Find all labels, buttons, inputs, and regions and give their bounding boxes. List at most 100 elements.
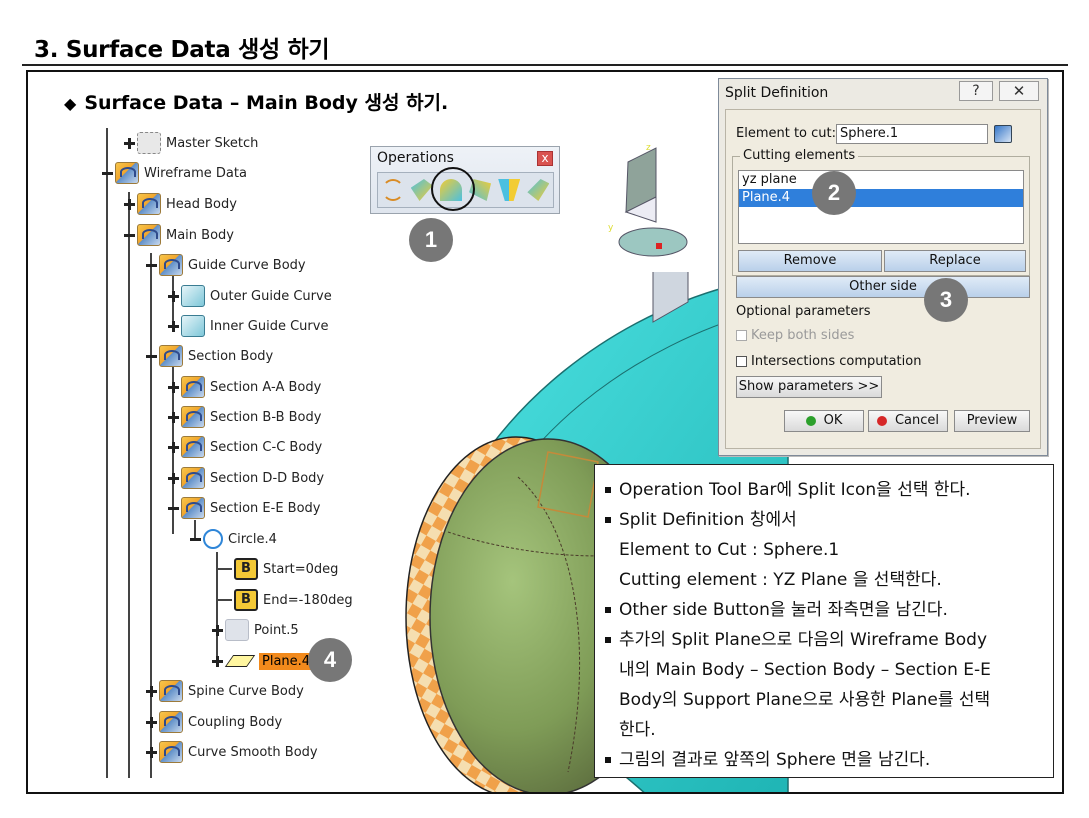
- element-to-cut-field[interactable]: Sphere.1: [836, 124, 988, 144]
- body-icon: [137, 224, 161, 246]
- close-icon[interactable]: ✕: [999, 81, 1039, 101]
- expand-icon[interactable]: [124, 137, 135, 149]
- expand-icon[interactable]: [146, 716, 157, 728]
- point-icon: [225, 619, 249, 641]
- page-title: 3. Surface Data 생성 하기: [34, 37, 330, 63]
- tree-item-label: Start=0deg: [263, 561, 339, 577]
- step-badge-1: 1: [409, 218, 453, 262]
- tree-item-guide-curve-body[interactable]: Guide Curve Body: [146, 252, 306, 278]
- collapse-icon[interactable]: [190, 534, 201, 545]
- selector-icon[interactable]: [994, 125, 1012, 143]
- circle-icon: [203, 529, 223, 549]
- expand-icon[interactable]: [146, 685, 157, 697]
- tree-item-section-bb[interactable]: Section B-B Body: [168, 404, 321, 430]
- other-side-button[interactable]: Other side: [736, 276, 1030, 298]
- note-text: Split Definition 창에서: [619, 510, 797, 530]
- tree-item-section-body[interactable]: Section Body: [146, 343, 273, 369]
- tree-item-head-body[interactable]: Head Body: [124, 191, 237, 217]
- keep-both-sides-checkbox[interactable]: Keep both sides: [736, 328, 854, 343]
- tree-item-label: Coupling Body: [188, 714, 283, 730]
- tree-item-section-cc[interactable]: Section C-C Body: [168, 434, 322, 460]
- plane-icon: [224, 655, 256, 667]
- collapse-icon[interactable]: [168, 503, 179, 514]
- join-icon[interactable]: [381, 179, 404, 201]
- show-parameters-button[interactable]: Show parameters >>: [736, 376, 882, 398]
- tree-item-master-sketch[interactable]: Master Sketch: [124, 130, 258, 156]
- help-icon[interactable]: ?: [959, 81, 993, 101]
- tree-item-end-param[interactable]: B End=-180deg: [218, 587, 353, 613]
- list-item-selected[interactable]: Plane.4: [739, 189, 1023, 207]
- svg-text:y: y: [608, 223, 614, 233]
- tree-item-plane-4[interactable]: Plane.4: [212, 648, 314, 674]
- expand-icon[interactable]: [168, 441, 179, 453]
- cancel-label: Cancel: [894, 413, 940, 428]
- cutting-elements-list[interactable]: yz plane Plane.4: [738, 170, 1024, 244]
- tree-item-section-dd[interactable]: Section D-D Body: [168, 465, 324, 491]
- preview-button[interactable]: Preview: [954, 410, 1030, 432]
- split-definition-dialog: Split Definition ? ✕ Element to cut: Sph…: [718, 78, 1048, 456]
- tree-item-label: Point.5: [254, 622, 299, 638]
- expand-icon[interactable]: [168, 290, 179, 302]
- tree-item-inner-guide-curve[interactable]: Inner Guide Curve: [168, 313, 328, 339]
- expand-icon[interactable]: [212, 655, 223, 667]
- expand-icon[interactable]: [168, 320, 179, 332]
- checkbox-box[interactable]: [736, 330, 747, 341]
- checkbox-label: Keep both sides: [751, 328, 855, 343]
- tree-item-label: Spine Curve Body: [188, 683, 304, 699]
- tree-item-main-body[interactable]: Main Body: [124, 222, 234, 248]
- tree-item-section-aa[interactable]: Section A-A Body: [168, 374, 321, 400]
- remove-button[interactable]: Remove: [738, 250, 882, 272]
- parameter-icon: B: [234, 589, 258, 611]
- tree-item-section-ee[interactable]: Section E-E Body: [168, 495, 321, 521]
- sketch-icon: [137, 132, 161, 154]
- tree-item-curve-smooth-body[interactable]: Curve Smooth Body: [146, 739, 318, 765]
- intersections-checkbox[interactable]: Intersections computation: [736, 354, 921, 369]
- tree-item-point-5[interactable]: Point.5: [212, 617, 299, 643]
- note-line: Split Definition 창에서: [605, 505, 1043, 535]
- tree-item-outer-guide-curve[interactable]: Outer Guide Curve: [168, 283, 332, 309]
- element-to-cut-label: Element to cut:: [736, 126, 837, 141]
- collapse-icon[interactable]: [146, 260, 157, 271]
- expand-icon[interactable]: [168, 472, 179, 484]
- tree-item-start-param[interactable]: B Start=0deg: [218, 556, 338, 582]
- expand-icon[interactable]: [168, 381, 179, 393]
- tree-item-circle-4[interactable]: Circle.4: [190, 526, 277, 552]
- note-text: 한다.: [619, 720, 656, 740]
- axis-preview: z y: [608, 143, 688, 257]
- expand-icon[interactable]: [212, 624, 223, 636]
- tree-line: [106, 128, 108, 778]
- collapse-icon[interactable]: [146, 351, 157, 362]
- body-icon: [181, 376, 205, 398]
- collapse-icon[interactable]: [102, 168, 113, 179]
- cancel-button[interactable]: Cancel: [868, 410, 948, 432]
- body-icon: [181, 436, 205, 458]
- step-badge-3: 3: [924, 278, 968, 322]
- replace-button[interactable]: Replace: [884, 250, 1026, 272]
- tree-item-wireframe-data[interactable]: Wireframe Data: [102, 160, 247, 186]
- expand-icon[interactable]: [146, 746, 157, 758]
- tree-item-coupling-body[interactable]: Coupling Body: [146, 709, 282, 735]
- cancel-status-icon: [876, 415, 887, 426]
- diamond-bullet-icon: ◆: [64, 94, 77, 113]
- body-icon: [159, 680, 183, 702]
- title-divider: [22, 64, 1068, 66]
- collapse-icon[interactable]: [124, 230, 135, 241]
- tree-item-spine-curve-body[interactable]: Spine Curve Body: [146, 678, 304, 704]
- subtitle-text: Surface Data – Main Body 생성 하기.: [84, 92, 449, 114]
- extract-icon[interactable]: [498, 179, 521, 201]
- body-icon: [159, 741, 183, 763]
- section-subtitle: ◆ Surface Data – Main Body 생성 하기.: [64, 88, 448, 115]
- shape-fillet-icon[interactable]: [527, 179, 550, 201]
- list-item[interactable]: yz plane: [739, 171, 1023, 189]
- tree-item-label: Guide Curve Body: [188, 257, 306, 273]
- ok-button[interactable]: OK: [784, 410, 864, 432]
- tree-item-label: Outer Guide Curve: [210, 288, 332, 304]
- expand-icon[interactable]: [168, 411, 179, 423]
- expand-icon[interactable]: [124, 198, 135, 210]
- close-icon[interactable]: x: [537, 151, 553, 166]
- tree-item-label-selected: Plane.4: [259, 652, 314, 670]
- tree-item-label: Curve Smooth Body: [188, 744, 318, 760]
- step-badge-2: 2: [812, 171, 856, 215]
- split-icon[interactable]: [410, 179, 433, 201]
- checkbox-box[interactable]: [736, 356, 747, 367]
